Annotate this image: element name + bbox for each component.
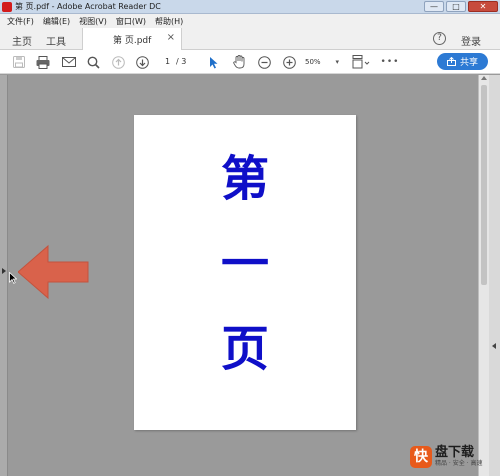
zoom-level-value: 50% xyxy=(305,58,321,66)
zoom-out-icon[interactable] xyxy=(257,54,271,70)
page-text-line-3: 页 xyxy=(220,321,269,377)
watermark-name: 盘下载 xyxy=(435,445,475,460)
zoom-in-icon[interactable] xyxy=(282,54,296,70)
menu-window[interactable]: 窗口(W) xyxy=(116,16,146,27)
right-pane-strip[interactable] xyxy=(489,75,500,476)
toolbar: 1 / 3 50% ▾ ••• 共享 xyxy=(0,50,500,74)
watermark-tagline: 精品 · 安全 · 高速 xyxy=(435,460,483,467)
fit-page-icon[interactable] xyxy=(351,54,371,70)
page-text-line-1: 第 xyxy=(220,151,269,207)
close-window-button[interactable]: ✕ xyxy=(468,1,498,12)
page-total: / 3 xyxy=(176,57,187,66)
acrobat-app-icon xyxy=(2,1,12,12)
pdf-page: 第 一 页 xyxy=(134,115,356,430)
minimize-button[interactable]: — xyxy=(424,1,444,12)
page-down-icon[interactable] xyxy=(134,54,150,70)
scrollbar-thumb[interactable] xyxy=(481,85,487,285)
help-icon[interactable]: ? xyxy=(433,32,446,45)
tab-document[interactable]: 第 页.pdf × xyxy=(82,28,182,50)
more-icon[interactable]: ••• xyxy=(381,54,399,70)
title-bar: 第 页.pdf - Adobe Acrobat Reader DC — □ ✕ xyxy=(0,0,500,14)
tab-home[interactable]: 主页 xyxy=(12,33,32,48)
save-icon[interactable] xyxy=(11,54,27,70)
window-title: 第 页.pdf - Adobe Acrobat Reader DC xyxy=(15,2,161,11)
menu-file[interactable]: 文件(F) xyxy=(7,16,34,27)
tab-bar: 主页 工具 第 页.pdf × ? 登录 xyxy=(0,28,500,50)
zoom-level-select[interactable]: 50% ▾ xyxy=(305,55,339,69)
left-pane-strip[interactable] xyxy=(0,75,8,476)
search-icon[interactable] xyxy=(85,54,101,70)
email-icon[interactable] xyxy=(60,54,78,70)
menu-bar: 文件(F) 编辑(E) 视图(V) 窗口(W) 帮助(H) xyxy=(0,14,500,28)
menu-view[interactable]: 视图(V) xyxy=(79,16,107,27)
print-icon[interactable] xyxy=(34,54,52,70)
maximize-button[interactable]: □ xyxy=(446,1,466,12)
mouse-cursor-icon xyxy=(9,272,17,284)
share-label: 共享 xyxy=(459,58,478,68)
document-tab-label: 第 页.pdf xyxy=(113,36,152,46)
page-up-icon[interactable] xyxy=(110,54,126,70)
left-arrow-annotation xyxy=(18,244,89,300)
watermark-logo: 快 xyxy=(410,446,432,468)
hand-tool-icon[interactable] xyxy=(231,54,247,70)
page-text-line-2: 一 xyxy=(220,236,269,292)
window-controls: — □ ✕ xyxy=(424,1,498,12)
watermark: 快 盘下载 精品 · 安全 · 高速 xyxy=(410,441,494,473)
expand-right-pane-icon[interactable] xyxy=(492,343,496,349)
menu-edit[interactable]: 编辑(E) xyxy=(43,16,70,27)
close-tab-icon[interactable]: × xyxy=(167,32,175,43)
tab-tools[interactable]: 工具 xyxy=(46,33,66,48)
expand-left-pane-icon[interactable] xyxy=(2,268,6,274)
share-icon xyxy=(446,57,456,66)
signin-link[interactable]: 登录 xyxy=(461,33,481,48)
vertical-scrollbar[interactable] xyxy=(478,75,489,476)
share-button[interactable]: 共享 xyxy=(437,53,488,70)
page-number-input[interactable]: 1 xyxy=(160,55,175,69)
scroll-up-icon[interactable] xyxy=(481,76,487,80)
watermark-text: 盘下载 精品 · 安全 · 高速 xyxy=(435,446,482,468)
chevron-down-icon: ▾ xyxy=(335,58,339,66)
menu-help[interactable]: 帮助(H) xyxy=(155,16,183,27)
select-arrow-icon[interactable] xyxy=(206,54,220,70)
